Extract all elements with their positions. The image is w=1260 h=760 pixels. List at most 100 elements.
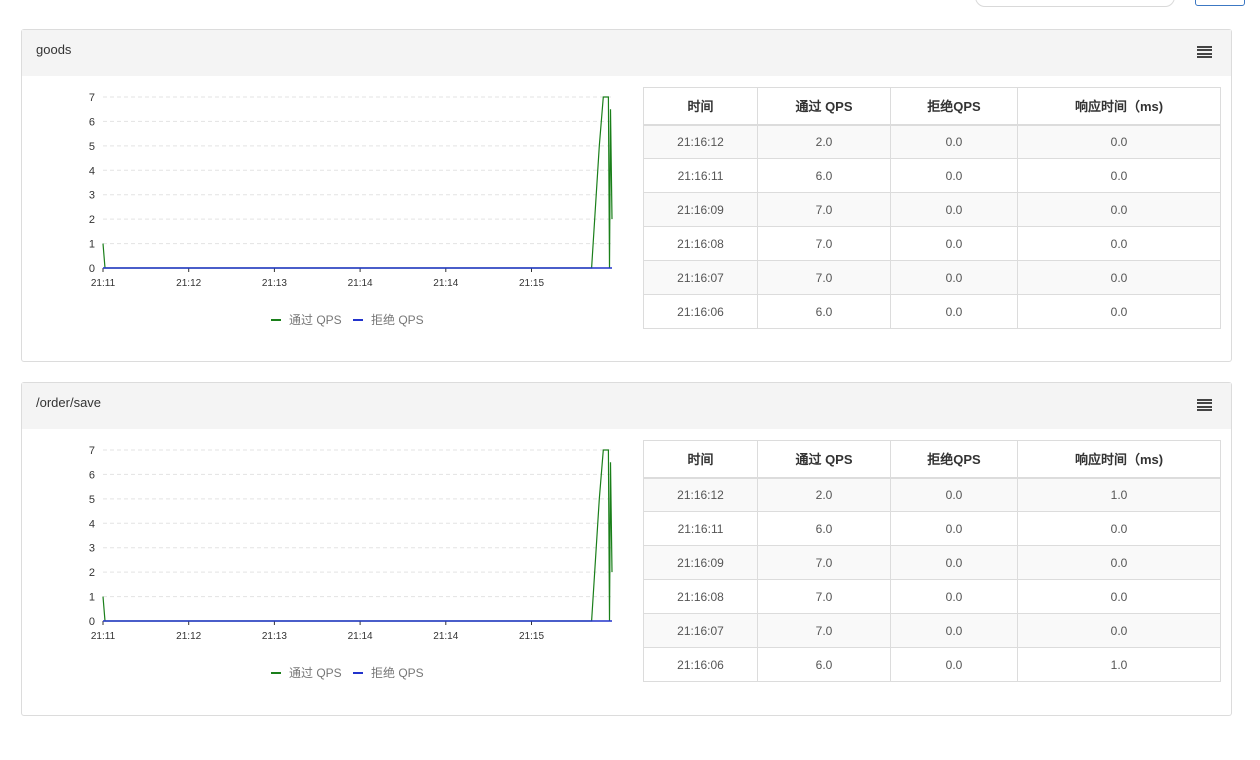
x-tick-label: 21:11 — [91, 631, 116, 642]
col-rt-header: 响应时间（ms) — [1017, 440, 1221, 479]
cell-time: 21:16:07 — [643, 613, 758, 648]
cell-time: 21:16:08 — [643, 579, 758, 614]
table-row: 21:16:07 7.0 0.0 0.0 — [643, 613, 1221, 648]
cell-pass-qps: 6.0 — [757, 511, 891, 546]
top-toolbar — [0, 0, 1260, 8]
y-tick-label: 1 — [89, 592, 95, 604]
x-tick-label: 21:11 — [91, 278, 116, 289]
table-row: 21:16:11 6.0 0.0 0.0 — [643, 158, 1221, 193]
cell-pass-qps: 7.0 — [757, 545, 891, 580]
qps-line-chart: 0 1 2 3 4 5 6 7 21:11 21:12 21:13 21:14 21:14 21:15 通过… — [89, 445, 613, 680]
cell-time: 21:16:06 — [643, 647, 758, 682]
cell-time: 21:16:12 — [643, 477, 758, 512]
search-button[interactable] — [1195, 0, 1245, 6]
col-pass-qps-header: 通过 QPS — [757, 87, 891, 126]
y-tick-label: 6 — [89, 116, 95, 128]
table-row: 21:16:06 6.0 0.0 1.0 — [643, 647, 1221, 682]
y-tick-label: 5 — [89, 494, 95, 506]
cell-rt: 0.0 — [1017, 579, 1221, 614]
qps-table: 时间 通过 QPS 拒绝QPS 响应时间（ms) 21:16:12 2.0 0.… — [643, 440, 1221, 682]
x-tick-label: 21:13 — [262, 278, 287, 289]
cell-rt: 0.0 — [1017, 613, 1221, 648]
table-row: 21:16:06 6.0 0.0 0.0 — [643, 294, 1221, 329]
cell-block-qps: 0.0 — [890, 124, 1018, 159]
y-tick-label: 7 — [89, 92, 95, 104]
cell-rt: 1.0 — [1017, 647, 1221, 682]
x-tick-label: 21:14 — [433, 631, 458, 642]
x-tick-label: 21:14 — [348, 631, 373, 642]
cell-block-qps: 0.0 — [890, 158, 1018, 193]
cell-block-qps: 0.0 — [890, 511, 1018, 546]
hamburger-menu-icon[interactable] — [1197, 399, 1212, 412]
y-tick-label: 3 — [89, 543, 95, 555]
x-tick-label: 21:15 — [519, 631, 544, 642]
y-tick-label: 0 — [89, 263, 95, 275]
cell-rt: 0.0 — [1017, 260, 1221, 295]
cell-pass-qps: 6.0 — [757, 647, 891, 682]
x-tick-label: 21:12 — [176, 631, 201, 642]
cell-time: 21:16:11 — [643, 158, 758, 193]
cell-block-qps: 0.0 — [890, 477, 1018, 512]
cell-time: 21:16:09 — [643, 192, 758, 227]
qps-line-chart: 0 1 2 3 4 5 6 7 21:11 21:12 21:13 21:14 21:14 21:15 通过… — [89, 92, 613, 327]
col-rt-header: 响应时间（ms) — [1017, 87, 1221, 126]
cell-block-qps: 0.0 — [890, 260, 1018, 295]
cell-pass-qps: 7.0 — [757, 579, 891, 614]
x-tick-label: 21:14 — [433, 278, 458, 289]
cell-rt: 0.0 — [1017, 124, 1221, 159]
y-tick-label: 6 — [89, 469, 95, 481]
y-tick-label: 0 — [89, 616, 95, 628]
cell-time: 21:16:11 — [643, 511, 758, 546]
panel-header: goods — [22, 30, 1231, 76]
hamburger-menu-icon[interactable] — [1197, 46, 1212, 59]
table-row: 21:16:08 7.0 0.0 0.0 — [643, 226, 1221, 261]
col-time-header: 时间 — [643, 440, 758, 479]
cell-rt: 0.0 — [1017, 226, 1221, 261]
table-header-row: 时间 通过 QPS 拒绝QPS 响应时间（ms) — [643, 440, 1221, 479]
cell-block-qps: 0.0 — [890, 294, 1018, 329]
y-tick-label: 7 — [89, 445, 95, 457]
col-block-qps-header: 拒绝QPS — [890, 440, 1018, 479]
qps-table: 时间 通过 QPS 拒绝QPS 响应时间（ms) 21:16:12 2.0 0.… — [643, 87, 1221, 329]
panel-title: /order/save — [36, 395, 102, 410]
legend-label: 拒绝 QPS — [371, 665, 424, 680]
cell-rt: 0.0 — [1017, 192, 1221, 227]
x-tick-label: 21:15 — [519, 278, 544, 289]
cell-block-qps: 0.0 — [890, 545, 1018, 580]
table-row: 21:16:12 2.0 0.0 0.0 — [643, 124, 1221, 159]
panel-header: /order/save — [22, 383, 1231, 429]
y-tick-label: 4 — [89, 165, 95, 177]
cell-time: 21:16:09 — [643, 545, 758, 580]
y-tick-label: 4 — [89, 518, 95, 530]
qps-chart: 0 1 2 3 4 5 6 7 21:11 21:12 21:13 21:14 21:14 21:15 通过… — [62, 85, 632, 345]
cell-rt: 0.0 — [1017, 294, 1221, 329]
table-row: 21:16:07 7.0 0.0 0.0 — [643, 260, 1221, 295]
cell-pass-qps: 2.0 — [757, 124, 891, 159]
table-row: 21:16:08 7.0 0.0 0.0 — [643, 579, 1221, 614]
cell-rt: 0.0 — [1017, 511, 1221, 546]
table-row: 21:16:09 7.0 0.0 0.0 — [643, 192, 1221, 227]
y-tick-label: 5 — [89, 141, 95, 153]
col-block-qps-header: 拒绝QPS — [890, 87, 1018, 126]
cell-time: 21:16:06 — [643, 294, 758, 329]
series-line-pass-qps — [102, 96, 613, 269]
table-row: 21:16:11 6.0 0.0 0.0 — [643, 511, 1221, 546]
legend-label: 通过 QPS — [289, 666, 342, 680]
table-row: 21:16:12 2.0 0.0 1.0 — [643, 477, 1221, 512]
legend-label: 通过 QPS — [289, 313, 342, 327]
panel-title: goods — [36, 42, 72, 57]
col-time-header: 时间 — [643, 87, 758, 126]
cell-pass-qps: 7.0 — [757, 226, 891, 261]
cell-pass-qps: 2.0 — [757, 477, 891, 512]
search-input[interactable] — [975, 0, 1175, 7]
x-tick-label: 21:13 — [262, 631, 287, 642]
y-tick-label: 3 — [89, 190, 95, 202]
cell-rt: 1.0 — [1017, 477, 1221, 512]
cell-time: 21:16:08 — [643, 226, 758, 261]
col-pass-qps-header: 通过 QPS — [757, 440, 891, 479]
cell-block-qps: 0.0 — [890, 192, 1018, 227]
cell-time: 21:16:07 — [643, 260, 758, 295]
legend-label: 拒绝 QPS — [371, 312, 424, 327]
cell-pass-qps: 7.0 — [757, 260, 891, 295]
cell-pass-qps: 7.0 — [757, 613, 891, 648]
